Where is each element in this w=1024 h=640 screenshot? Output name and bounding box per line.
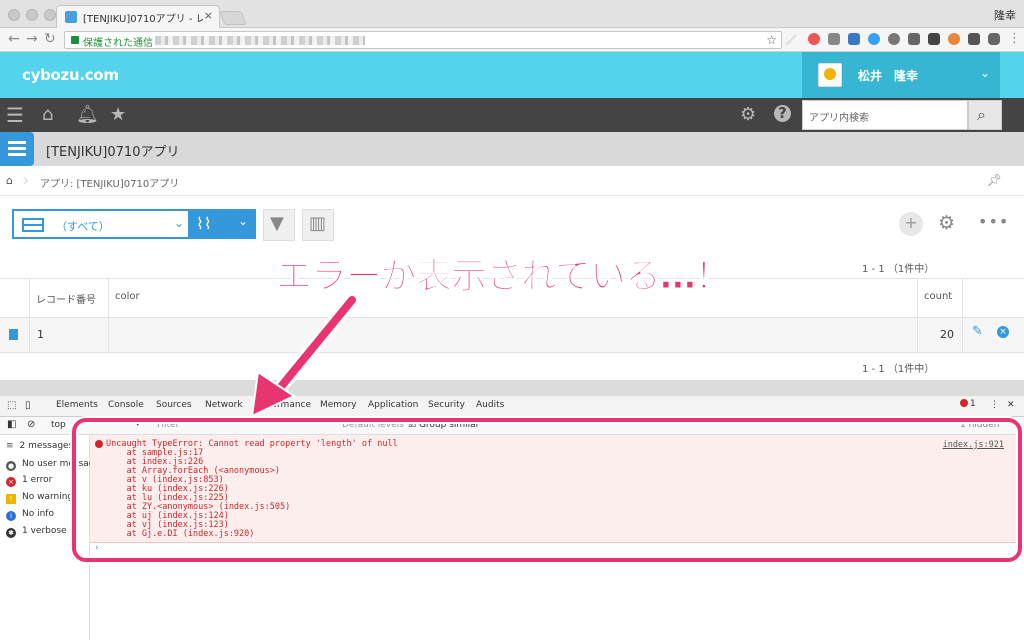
- screen: [TENJIKU]0710アプリ - レコード一覧 × 隆幸 ← → ↻ 保護さ…: [0, 0, 1024, 640]
- annotation-arrow: [250, 293, 359, 418]
- annotation-text: エラーが表示されている…！: [276, 256, 732, 298]
